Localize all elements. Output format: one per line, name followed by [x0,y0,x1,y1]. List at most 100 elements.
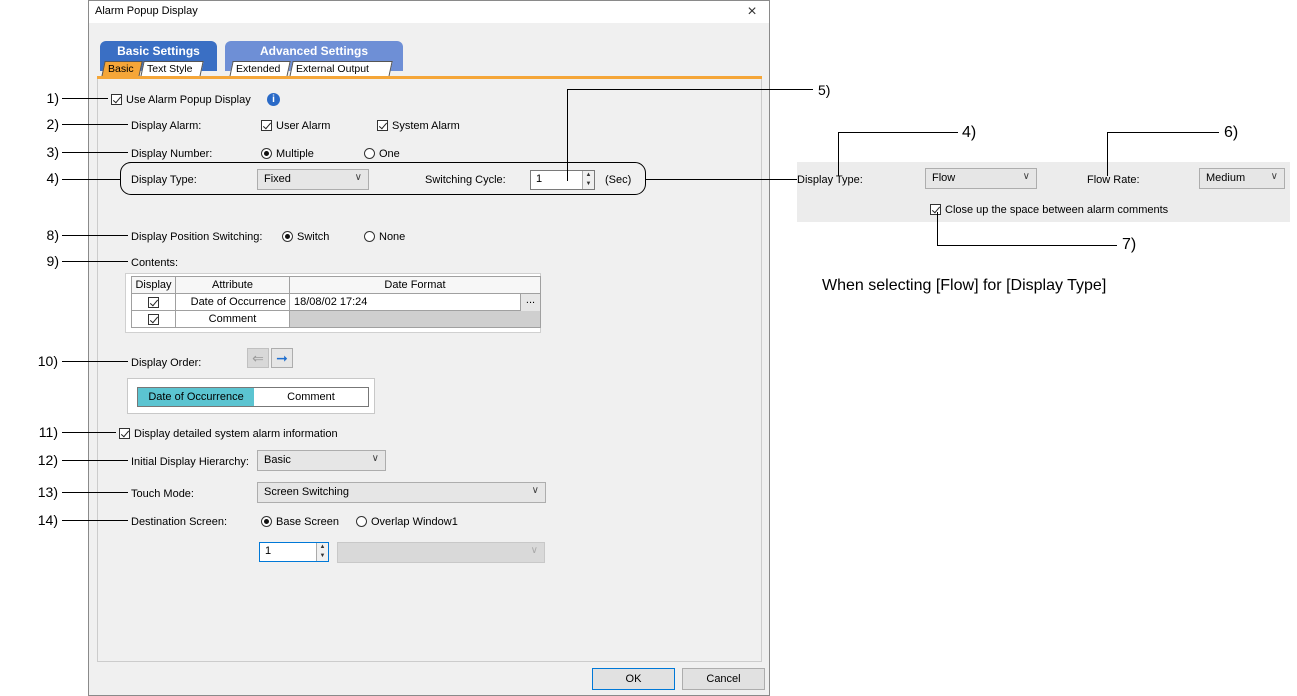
row-display-checkbox[interactable] [148,297,159,308]
user-alarm-label: User Alarm [276,120,331,132]
flow-display-type-select[interactable]: Flow ∨ [925,168,1037,189]
close-icon[interactable]: × [743,3,761,21]
flow-callout-4: 4) [962,124,977,141]
display-number-one-radio[interactable] [364,148,375,159]
detailed-info-checkbox[interactable] [119,428,130,439]
chevron-down-icon: ∨ [1270,171,1278,182]
position-switch-label: Switch [297,231,330,243]
subtab-basic[interactable]: Basic [101,61,143,77]
order-item-date[interactable]: Date of Occurrence [138,388,254,406]
cancel-button[interactable]: Cancel [682,668,765,690]
callout-4: 4) [46,170,59,186]
callout-5: 5) [818,82,831,98]
subtab-text-style[interactable]: Text Style [140,61,204,77]
display-cell[interactable] [131,310,176,328]
leader-line-14 [62,520,128,521]
browse-button[interactable]: ... [520,294,540,311]
attribute-cell: Date of Occurrence [175,293,290,311]
callout-3: 3) [46,144,59,160]
destination-base-radio[interactable] [261,516,272,527]
position-switching-label: Display Position Switching: [131,231,263,243]
touch-mode-label: Touch Mode: [131,488,194,500]
initial-hierarchy-value: Basic [264,454,291,466]
flow-leader-4-v [838,132,839,176]
column-header: Attribute [175,276,290,294]
info-icon[interactable]: i [267,93,280,106]
position-switch-radio[interactable] [282,231,293,242]
display-order-list: Date of Occurrence Comment [137,387,369,407]
display-order-label: Display Order: [131,357,202,369]
initial-hierarchy-select[interactable]: Basic ∨ [257,450,386,471]
flow-rate-select[interactable]: Medium ∨ [1199,168,1285,189]
move-right-button[interactable]: ➞ [271,348,293,368]
ok-button[interactable]: OK [592,668,675,690]
row-display-checkbox[interactable] [148,314,159,325]
chevron-down-icon: ∨ [1022,171,1030,182]
callout-2: 2) [46,116,59,132]
subtab-basic-label: Basic [108,63,134,75]
active-tab-strip [97,76,762,79]
leader-line-9 [62,261,128,262]
contents-label: Contents: [131,257,179,269]
close-up-checkbox[interactable] [930,204,941,215]
arrow-right-icon: ➞ [276,350,288,366]
table-row: Comment [131,310,541,328]
leader-line-10 [62,361,128,362]
connector-line [646,179,800,180]
date-format-cell[interactable]: 18/08/02 17:24 ... [289,293,541,311]
position-none-radio[interactable] [364,231,375,242]
touch-mode-select[interactable]: Screen Switching ∨ [257,482,546,503]
position-none-label: None [379,231,406,243]
column-header: Date Format [289,276,541,294]
destination-overlap-label: Overlap Window1 [371,516,458,528]
user-alarm-checkbox[interactable] [261,120,272,131]
leader-line-11 [62,432,116,433]
use-popup-checkbox[interactable] [111,94,122,105]
display-number-multiple-radio[interactable] [261,148,272,159]
flow-rate-value: Medium [1206,172,1246,184]
callout-11: 11) [38,424,58,440]
callout-1: 1) [46,90,59,106]
destination-screen-select[interactable]: ∨ [337,542,545,563]
flow-caption: When selecting [Flow] for [Display Type] [822,277,1107,294]
destination-number-stepper[interactable]: 1 ▲ ▼ [259,542,329,562]
order-item-comment[interactable]: Comment [254,388,368,406]
leader-line-1 [62,98,108,99]
flow-leader-7-v [937,212,938,245]
subtab-extended[interactable]: Extended [229,61,291,77]
destination-number-value: 1 [265,545,272,557]
flow-settings-panel: Display Type: Flow ∨ Flow Rate: Medium ∨ C… [797,162,1290,222]
subtab-external-output[interactable]: External Output [289,61,393,77]
system-alarm-label: System Alarm [392,120,460,132]
flow-leader-6-h [1107,132,1219,133]
leader-line-12 [62,460,128,461]
spin-up-icon[interactable]: ▲ [316,543,328,552]
spin-down-icon[interactable]: ▼ [316,552,328,561]
attribute-cell: Comment [175,310,290,328]
flow-leader-6-v [1107,132,1108,176]
callout-14: 14) [37,512,58,528]
leader-line-4 [62,179,120,180]
date-format-cell-disabled [289,310,541,328]
display-cell[interactable] [131,293,176,311]
destination-overlap-radio[interactable] [356,516,367,527]
callout-13: 13) [37,484,58,500]
leader-line-8 [62,235,128,236]
destination-base-label: Base Screen [276,516,339,528]
system-alarm-checkbox[interactable] [377,120,388,131]
display-number-multiple-label: Multiple [276,148,314,160]
move-left-button[interactable]: ⇐ [247,348,269,368]
contents-table: Display Attribute Date Format Date of Oc… [131,276,541,328]
flow-leader-4-h [838,132,958,133]
leader-line-2 [62,124,128,125]
callout-8: 8) [46,227,59,243]
destination-label: Destination Screen: [131,516,227,528]
initial-hierarchy-label: Initial Display Hierarchy: [131,456,249,468]
flow-callout-7: 7) [1122,236,1137,253]
arrow-left-icon: ⇐ [252,350,264,366]
display-number-one-label: One [379,148,400,160]
subtab-extended-label: Extended [236,63,281,75]
flow-display-type-value: Flow [932,172,956,184]
column-header: Display [131,276,176,294]
chevron-down-icon: ∨ [531,485,539,496]
